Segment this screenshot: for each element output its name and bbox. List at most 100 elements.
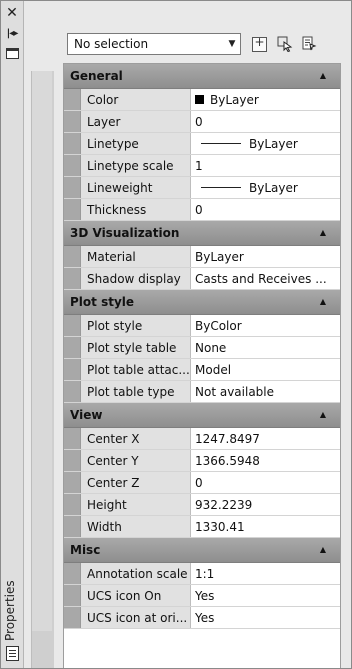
property-value[interactable]: 932.2239 — [191, 494, 340, 515]
row-gutter — [64, 133, 81, 154]
property-row[interactable]: Shadow display Casts and Receives ... — [64, 268, 340, 290]
property-row[interactable]: Plot style ByColor — [64, 315, 340, 337]
row-gutter — [64, 494, 81, 515]
properties-menu-icon[interactable] — [4, 45, 20, 61]
category-title: View — [70, 408, 103, 422]
property-row[interactable]: Lineweight ByLayer — [64, 177, 340, 199]
property-name: Center Z — [81, 472, 191, 493]
property-value[interactable]: ByLayer — [191, 177, 340, 198]
property-row[interactable]: Color ByLayer — [64, 89, 340, 111]
property-name: Plot table attac... — [81, 359, 191, 380]
property-row[interactable]: Plot style table None — [64, 337, 340, 359]
category-header[interactable]: Misc ▲ — [64, 538, 340, 563]
quick-select-icon — [302, 36, 317, 51]
pickadd-icon — [251, 35, 267, 52]
category-title: Misc — [70, 543, 101, 557]
category-header[interactable]: 3D Visualization ▲ — [64, 221, 340, 246]
property-value[interactable]: 1330.41 — [191, 516, 340, 537]
property-value[interactable]: 1:1 — [191, 563, 340, 584]
property-row[interactable]: Width 1330.41 — [64, 516, 340, 538]
row-gutter — [64, 472, 81, 493]
property-name: Center X — [81, 428, 191, 449]
property-row[interactable]: Material ByLayer — [64, 246, 340, 268]
property-value[interactable]: 1 — [191, 155, 340, 176]
select-objects-button[interactable] — [275, 33, 295, 55]
property-value-text: Yes — [195, 610, 215, 625]
property-row[interactable]: Layer 0 — [64, 111, 340, 133]
property-value[interactable]: Model — [191, 359, 340, 380]
property-value[interactable]: ByLayer — [191, 89, 340, 110]
collapse-arrow-icon[interactable]: ▲ — [320, 545, 326, 554]
property-name: Width — [81, 516, 191, 537]
property-name: Linetype scale — [81, 155, 191, 176]
collapse-arrow-icon[interactable]: ▲ — [320, 228, 326, 237]
property-value-text: ByColor — [195, 318, 242, 333]
scrollbar-thumb[interactable] — [32, 71, 52, 631]
property-value-text: 0 — [195, 475, 203, 490]
property-value[interactable]: None — [191, 337, 340, 358]
property-row[interactable]: Height 932.2239 — [64, 494, 340, 516]
row-gutter — [64, 337, 81, 358]
linetype-sample-icon — [201, 143, 241, 144]
category-title: 3D Visualization — [70, 226, 180, 240]
row-gutter — [64, 246, 81, 267]
row-gutter — [64, 450, 81, 471]
selection-dropdown-value: No selection — [74, 37, 149, 51]
row-gutter — [64, 516, 81, 537]
property-row[interactable]: Center Y 1366.5948 — [64, 450, 340, 472]
property-value[interactable]: 0 — [191, 199, 340, 220]
row-gutter — [64, 607, 81, 628]
property-row[interactable]: Linetype ByLayer — [64, 133, 340, 155]
property-value-text: Model — [195, 362, 232, 377]
property-value[interactable]: 0 — [191, 472, 340, 493]
property-name: Material — [81, 246, 191, 267]
property-value-text: 1330.41 — [195, 519, 245, 534]
property-value[interactable]: 1366.5948 — [191, 450, 340, 471]
pickadd-button[interactable] — [249, 33, 269, 55]
row-gutter — [64, 177, 81, 198]
selection-dropdown[interactable]: No selection ▼ — [67, 33, 241, 55]
property-row[interactable]: Center Z 0 — [64, 472, 340, 494]
chevron-down-icon[interactable]: ▼ — [224, 34, 240, 54]
quick-select-button[interactable] — [299, 33, 319, 55]
property-value[interactable]: ByLayer — [191, 133, 340, 154]
row-gutter — [64, 585, 81, 606]
property-value[interactable]: ByColor — [191, 315, 340, 336]
property-row[interactable]: Plot table attac... Model — [64, 359, 340, 381]
property-row[interactable]: UCS icon at ori... Yes — [64, 607, 340, 629]
property-row[interactable]: Center X 1247.8497 — [64, 428, 340, 450]
property-value[interactable]: 0 — [191, 111, 340, 132]
property-row[interactable]: Plot table type Not available — [64, 381, 340, 403]
category-header[interactable]: General ▲ — [64, 64, 340, 89]
property-value[interactable]: Not available — [191, 381, 340, 402]
property-row[interactable]: Thickness 0 — [64, 199, 340, 221]
property-value[interactable]: ByLayer — [191, 246, 340, 267]
property-value[interactable]: Yes — [191, 607, 340, 628]
collapse-arrow-icon[interactable]: ▲ — [320, 297, 326, 306]
property-row[interactable]: Annotation scale 1:1 — [64, 563, 340, 585]
property-row[interactable]: UCS icon On Yes — [64, 585, 340, 607]
autohide-icon[interactable]: |◂▸ — [4, 25, 20, 41]
property-name: Plot table type — [81, 381, 191, 402]
property-value-text: None — [195, 340, 227, 355]
category-header[interactable]: View ▲ — [64, 403, 340, 428]
property-name: Center Y — [81, 450, 191, 471]
close-icon[interactable]: ✕ — [4, 5, 20, 21]
category-title: General — [70, 69, 123, 83]
property-value-text: 0 — [195, 114, 203, 129]
property-value-text: Not available — [195, 384, 275, 399]
color-swatch-icon — [195, 95, 204, 104]
category-header[interactable]: Plot style ▲ — [64, 290, 340, 315]
palette-titlebar[interactable]: ✕ |◂▸ Properties — [1, 1, 24, 668]
collapse-arrow-icon[interactable]: ▲ — [320, 71, 326, 80]
properties-icon[interactable] — [6, 646, 19, 661]
property-name: Layer — [81, 111, 191, 132]
property-value[interactable]: Yes — [191, 585, 340, 606]
property-value[interactable]: 1247.8497 — [191, 428, 340, 449]
property-row[interactable]: Linetype scale 1 — [64, 155, 340, 177]
collapse-arrow-icon[interactable]: ▲ — [320, 410, 326, 419]
property-value[interactable]: Casts and Receives ... — [191, 268, 340, 289]
property-value-text: 932.2239 — [195, 497, 253, 512]
property-name: Height — [81, 494, 191, 515]
palette-title: Properties — [3, 580, 17, 641]
